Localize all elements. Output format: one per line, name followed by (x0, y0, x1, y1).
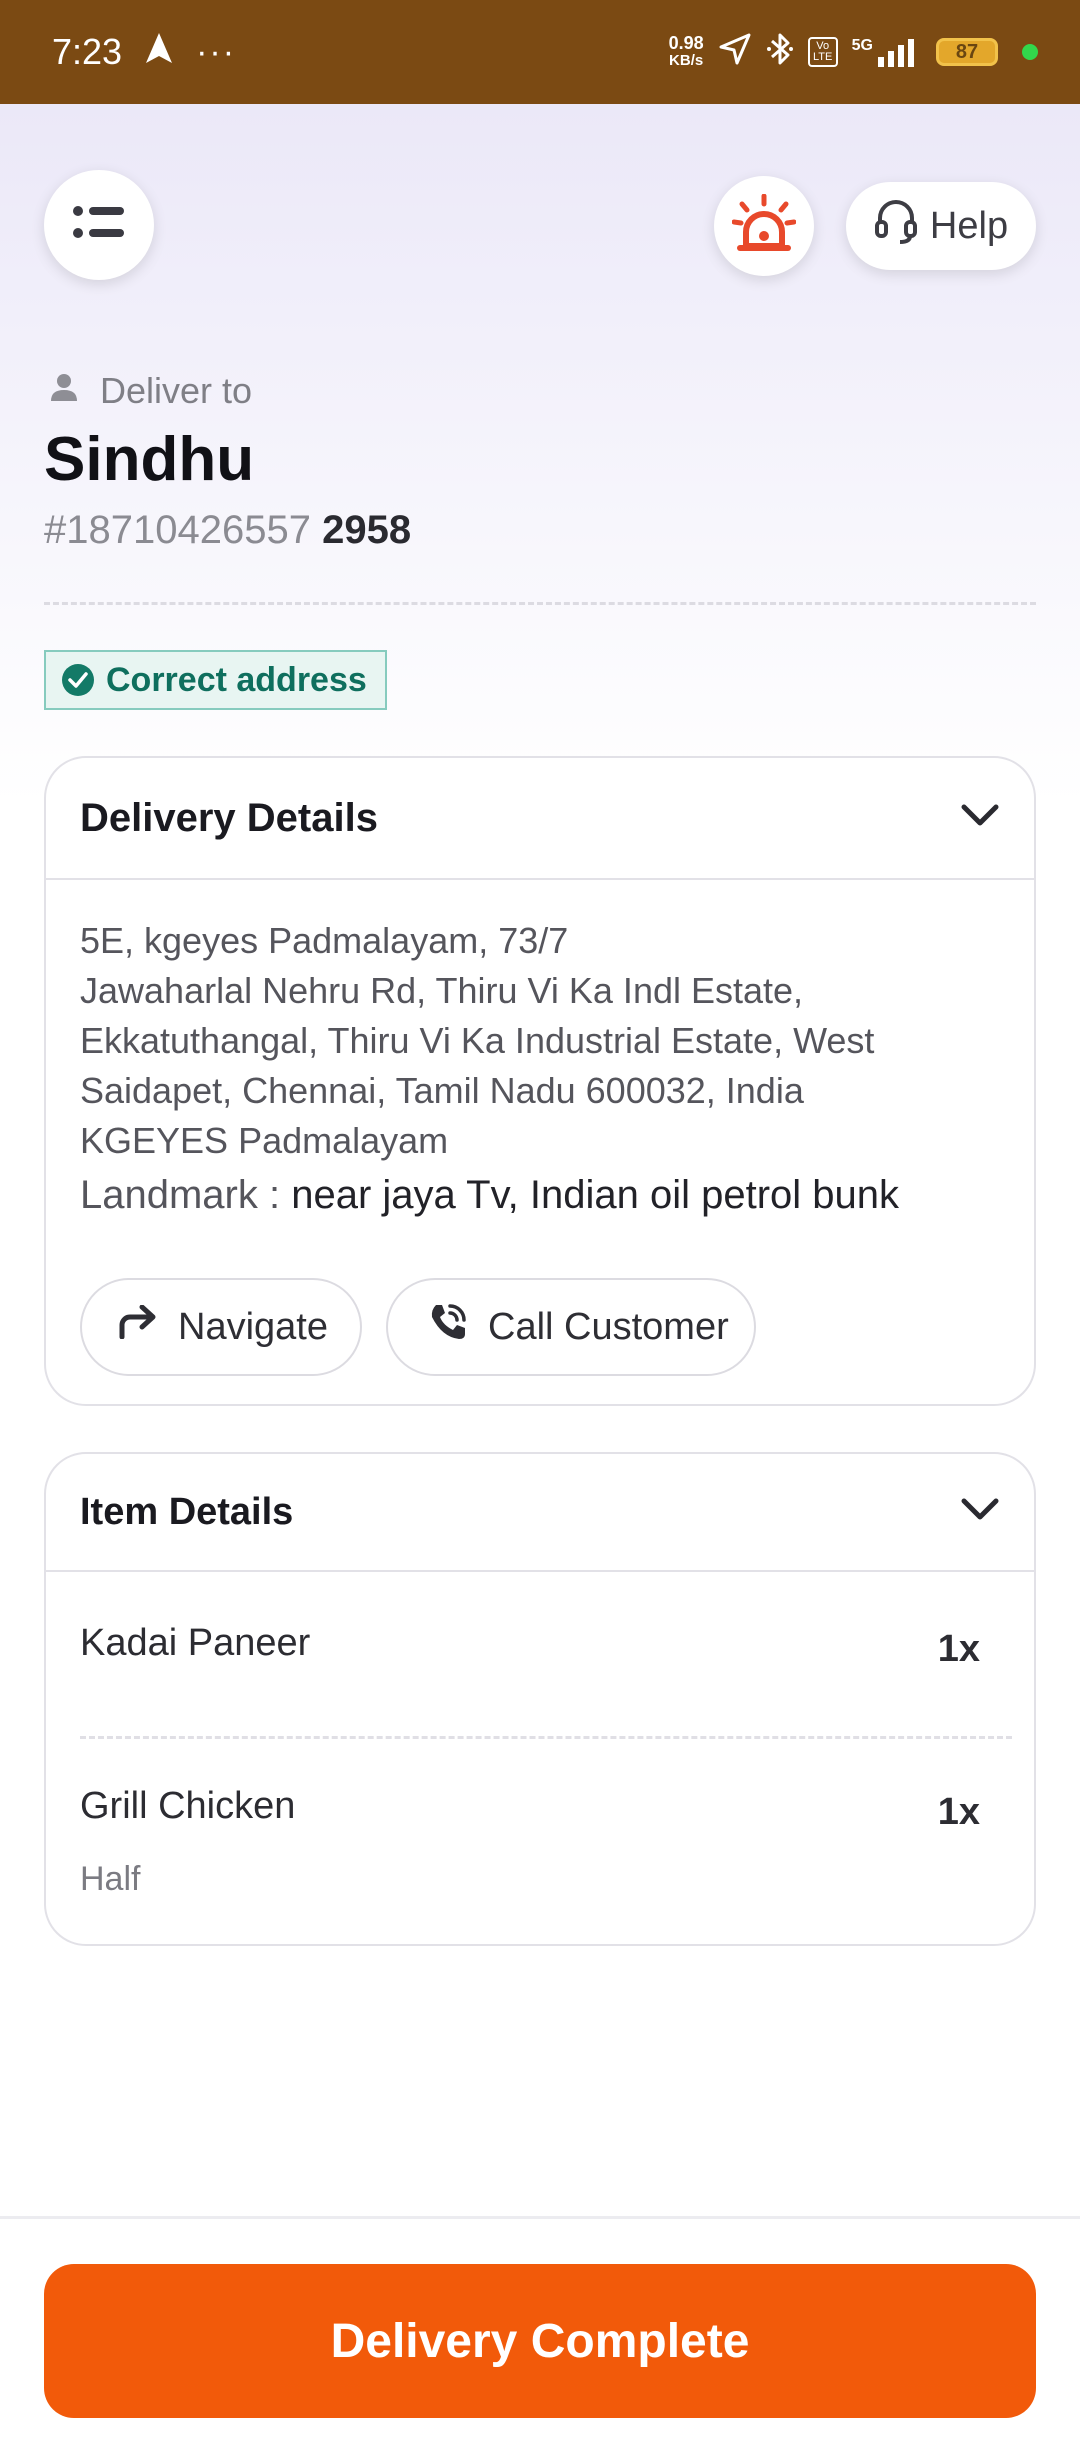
signal-icon: 5G (852, 37, 922, 67)
alarm-siren-icon (731, 193, 797, 259)
item-quantity: 1x (937, 1628, 980, 1670)
headset-icon (874, 198, 918, 254)
status-time: 7:23 (52, 31, 123, 72)
address-line: 5E, kgeyes Padmalayam, 73/7 (80, 920, 569, 961)
deliver-to-label: Deliver to (100, 370, 253, 411)
privacy-dot-icon (1022, 44, 1038, 60)
phone-call-icon (428, 1302, 468, 1352)
navigation-arrow-icon (144, 31, 174, 74)
item-name: Grill Chicken (80, 1785, 296, 1827)
person-icon (50, 370, 78, 412)
location-icon (718, 32, 752, 72)
navigate-label: Navigate (178, 1305, 328, 1348)
volte-icon: Vo LTE (807, 37, 838, 67)
address-line: Jawaharlal Nehru Rd, Thiru Vi Ka Indl Es… (80, 970, 804, 1011)
deliver-to-row: Deliver to (50, 370, 252, 412)
address-line: KGEYES Padmalayam (80, 1120, 449, 1161)
address-line: Ekkatuthangal, Thiru Vi Ka Industrial Es… (80, 1020, 875, 1061)
order-number: #18710426557 (44, 508, 311, 552)
check-circle-icon (62, 664, 94, 696)
item-variant: Half (80, 1860, 141, 1898)
call-customer-label: Call Customer (488, 1305, 729, 1348)
delivery-details-header[interactable]: Delivery Details (46, 758, 1034, 880)
correct-address-label: Correct address (106, 660, 367, 699)
delivery-actions: Navigate Call Customer (46, 1222, 1034, 1376)
status-bar: 7:23 ··· 0.98 KB/s Vo LTE 5G 87 (0, 0, 1080, 104)
list-item: Kadai Paneer 1x (46, 1572, 1034, 1736)
order-suffix: 2958 (322, 508, 412, 552)
item-details-card: Item Details Kadai Paneer 1x Grill Chick… (44, 1452, 1036, 1946)
divider (44, 602, 1036, 605)
list-icon (72, 203, 126, 248)
navigate-button[interactable]: Navigate (80, 1278, 362, 1376)
landmark: Landmark : near jaya Tv, Indian oil petr… (80, 1168, 1000, 1222)
emergency-alarm-button[interactable] (714, 176, 814, 276)
order-id: #18710426557 2958 (44, 508, 411, 553)
call-customer-button[interactable]: Call Customer (386, 1278, 756, 1376)
footer-divider (0, 2216, 1080, 2219)
more-icon: ··· (196, 32, 237, 71)
bluetooth-icon (766, 31, 794, 73)
item-name: Kadai Paneer (80, 1622, 311, 1664)
delivery-address: 5E, kgeyes Padmalayam, 73/7 Jawaharlal N… (46, 880, 1034, 1222)
network-speed: 0.98 KB/s (668, 33, 704, 69)
chevron-down-icon[interactable] (960, 1497, 1000, 1528)
delivery-complete-button[interactable]: Delivery Complete (44, 2264, 1036, 2418)
address-line: Saidapet, Chennai, Tamil Nadu 600032, In… (80, 1070, 804, 1111)
landmark-label: Landmark : (80, 1173, 292, 1217)
item-details-title: Item Details (80, 1490, 294, 1533)
menu-button[interactable] (44, 170, 154, 280)
chevron-down-icon[interactable] (960, 803, 1000, 834)
delivery-details-card: Delivery Details 5E, kgeyes Padmalayam, … (44, 756, 1036, 1406)
correct-address-badge: Correct address (44, 650, 387, 710)
help-label: Help (929, 204, 1009, 247)
help-button[interactable]: Help (846, 182, 1036, 270)
list-item: Grill Chicken 1x Half (46, 1739, 1034, 1899)
battery-icon: 87 (936, 38, 998, 66)
delivery-details-title: Delivery Details (80, 795, 378, 840)
turn-right-arrow-icon (118, 1304, 158, 1349)
customer-name: Sindhu (44, 425, 255, 494)
item-quantity: 1x (937, 1791, 980, 1833)
landmark-value: near jaya Tv, Indian oil petrol bunk (291, 1173, 899, 1217)
item-details-header[interactable]: Item Details (46, 1454, 1034, 1572)
